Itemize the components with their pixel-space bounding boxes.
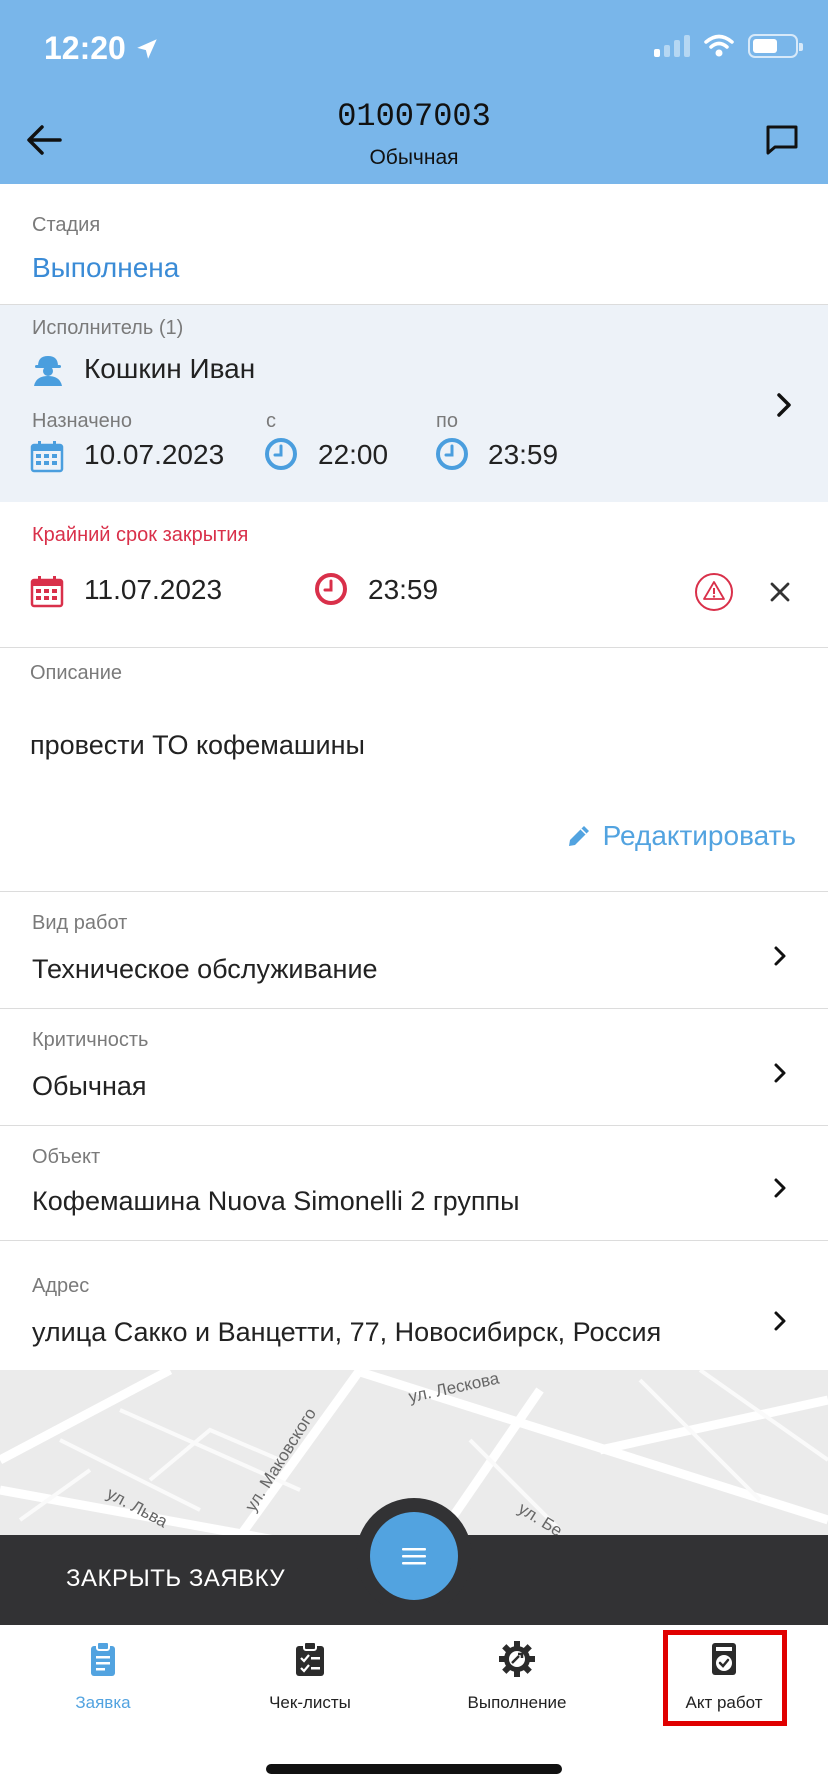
work-type-label: Вид работ [32,912,128,934]
object-row[interactable]: Объект Кофемашина Nuova Simonelli 2 груп… [0,1126,828,1240]
to-time: 23:59 [488,439,559,470]
menu-icon [402,1548,426,1565]
chat-icon[interactable] [762,120,802,160]
address-label: Адрес [32,1275,90,1297]
stage-section: Стадия Выполнена [0,184,828,304]
deadline-time: 23:59 [368,574,439,605]
work-type-value: Техническое обслуживание [32,954,378,984]
tab-label: Чек-листы [269,1693,351,1712]
description-label: Описание [30,662,123,684]
edit-button[interactable]: Редактировать [565,820,796,852]
chevron-right-icon[interactable] [770,1059,790,1087]
criticality-label: Критичность [32,1029,149,1051]
chevron-right-icon[interactable] [770,1307,790,1335]
chevron-right-icon[interactable] [770,942,790,970]
deadline-date: 11.07.2023 [84,574,223,605]
criticality-row[interactable]: Критичность Обычная [0,1009,828,1125]
clock-icon [265,438,297,470]
executor-label: Исполнитель (1) [32,317,184,339]
clock-icon [436,438,468,470]
work-type-row[interactable]: Вид работ Техническое обслуживание [0,892,828,1008]
tab-checklists[interactable]: Чек-листы [220,1639,400,1713]
deadline-section: Крайний срок закрытия 11.07.2023 23:59 [0,502,828,647]
criticality-value: Обычная [32,1071,147,1101]
tab-execution[interactable]: Выполнение [427,1639,607,1713]
battery-icon [748,34,803,58]
assigned-date: 10.07.2023 [84,439,225,470]
home-indicator [266,1764,562,1774]
tab-label: Заявка [75,1693,131,1712]
from-time: 22:00 [318,439,389,470]
to-label: по [436,410,458,432]
status-indicators [654,34,803,58]
location-arrow-icon [137,38,157,59]
gear-icon [499,1641,535,1677]
worker-icon [34,356,62,386]
status-time-text: 12:20 [44,30,126,66]
stage-label: Стадия [32,214,101,236]
description-section: Описание провести ТО кофемашины Редактир… [0,648,828,891]
pencil-icon [568,826,589,846]
request-number: 01007003 [337,98,491,135]
assigned-label: Назначено [32,410,132,432]
highlight-annotation-box [663,1630,787,1726]
description-text: провести ТО кофемашины [30,730,365,760]
cellular-signal-icon [654,35,690,57]
object-value: Кофемашина Nuova Simonelli 2 группы [32,1186,520,1216]
from-label: с [266,410,276,432]
chevron-right-icon[interactable] [774,391,794,419]
close-request-button[interactable]: ЗАКРЫТЬ ЗАЯВКУ [66,1565,285,1593]
address-row[interactable]: Адрес улица Сакко и Ванцетти, 77, Новоси… [0,1241,828,1371]
executor-name: Кошкин Иван [84,353,256,384]
executor-section[interactable]: Исполнитель (1) Кошкин Иван Назначено с … [0,305,828,502]
calendar-icon [30,441,64,473]
app-header: 12:20 01007003 Обычная [0,0,828,184]
edit-label: Редактировать [602,820,796,851]
tab-label: Выполнение [467,1693,567,1712]
object-label: Объект [32,1146,101,1168]
clipboard-icon [91,1641,115,1676]
request-priority: Обычная [369,146,459,169]
stage-value: Выполнена [32,252,180,283]
deadline-label: Крайний срок закрытия [32,524,249,546]
close-icon[interactable] [768,580,792,604]
clock-icon [315,573,347,605]
status-time: 12:20 [44,30,160,67]
warning-icon [695,573,733,611]
wifi-icon [704,34,734,57]
calendar-icon [30,576,64,608]
chevron-right-icon[interactable] [770,1174,790,1202]
tab-request[interactable]: Заявка [13,1639,193,1713]
address-value: улица Сакко и Ванцетти, 77, Новосибирск,… [32,1317,662,1347]
menu-fab-button[interactable] [370,1512,458,1600]
checklist-icon [296,1641,324,1676]
